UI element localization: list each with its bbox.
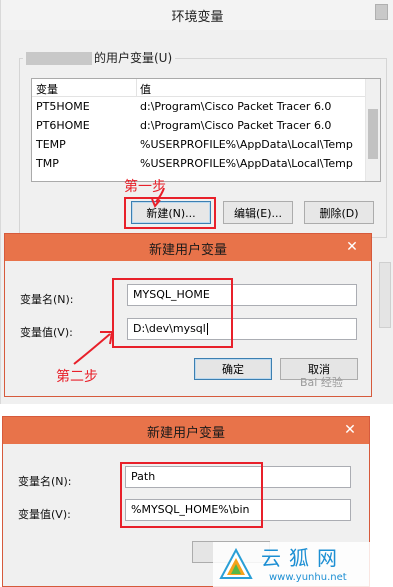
system-vars-scroll-fragment [379,262,391,328]
ok-button[interactable]: 确定 [194,358,272,380]
fields-highlight-1 [112,278,233,348]
list-item[interactable]: PT5HOME d:\Program\Cisco Packet Tracer 6… [32,97,380,116]
list-item-value: d:\Program\Cisco Packet Tracer 6.0 [140,100,332,113]
fields-highlight-2 [120,462,263,528]
yunhu-logo-mark [219,548,253,579]
variable-value-label: 变量值(V): [18,508,71,521]
baidu-watermark: Bai 经验 [300,376,343,389]
redacted-username: 用户名用户名 [26,52,92,65]
list-item-name: PT6HOME [36,119,90,132]
list-item-name: TMP [36,157,59,170]
list-item-value: %USERPROFILE%\AppData\Local\Temp [140,157,353,170]
step2-annotation: 第二步 [56,369,98,385]
user-variables-group-label: 用户名用户名的用户变量(U) [23,49,176,66]
delete-variable-button[interactable]: 删除(D) [304,201,374,224]
variable-value-label: 变量值(V): [20,326,73,339]
edit-variable-button[interactable]: 编辑(E)... [223,201,293,224]
dialog2-titlebar[interactable]: 新建用户变量 ✕ [3,417,369,444]
list-item[interactable]: PT6HOME d:\Program\Cisco Packet Tracer 6… [32,116,380,135]
dialog1-title: 新建用户变量 [148,243,227,258]
list-scrollbar[interactable] [365,79,380,181]
list-item-name: TEMP [36,138,66,151]
group-label-text: 的用户变量(U) [94,51,173,65]
list-item-name: PT5HOME [36,100,90,113]
column-header-variable[interactable]: 变量 [36,81,58,97]
list-item-value: d:\Program\Cisco Packet Tracer 6.0 [140,119,332,132]
dialog1-titlebar[interactable]: 新建用户变量 ✕ [5,234,371,261]
column-header-value[interactable]: 值 [140,81,151,97]
close-icon[interactable]: ✕ [343,423,357,437]
env-window-title: 环境变量 [171,10,224,25]
user-variables-list[interactable]: 变量 值 PT5HOME d:\Program\Cisco Packet Tra… [31,78,381,182]
arrow-step2 [73,331,114,365]
env-close-button[interactable] [375,4,388,20]
list-item[interactable]: TMP %USERPROFILE%\AppData\Local\Temp [32,154,380,173]
new-button-highlight [124,197,216,229]
list-header: 变量 值 [32,79,380,97]
yunhu-logo-glyphs: 云狐网 [261,546,345,570]
scrollbar-thumb[interactable] [368,109,378,159]
list-item-value: %USERPROFILE%\AppData\Local\Temp [140,138,353,151]
dialog2-title: 新建用户变量 [146,426,225,441]
variable-name-label: 变量名(N): [18,475,72,488]
list-item[interactable]: TEMP %USERPROFILE%\AppData\Local\Temp [32,135,380,154]
close-icon[interactable]: ✕ [345,240,359,254]
env-titlebar: 环境变量 [1,0,393,30]
site-watermark: www.yunhu.net [269,572,347,583]
column-divider[interactable] [136,79,137,97]
variable-name-label: 变量名(N): [20,293,74,306]
yunhu-logo: 云狐网 www.yunhu.net [213,542,393,587]
